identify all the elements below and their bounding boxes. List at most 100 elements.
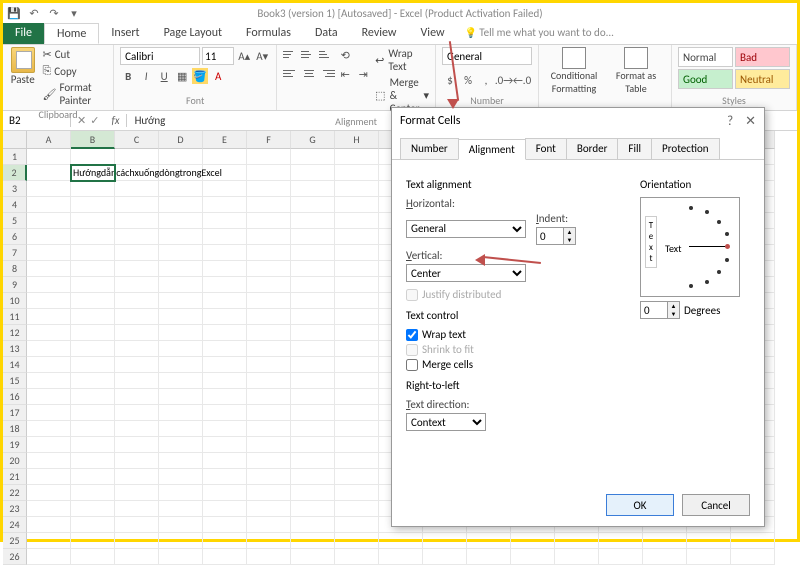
style-neutral[interactable]: Neutral <box>735 69 790 89</box>
cell[interactable] <box>335 421 379 437</box>
cell[interactable] <box>71 437 115 453</box>
style-good[interactable]: Good <box>678 69 733 89</box>
column-header[interactable]: G <box>291 131 335 149</box>
cell[interactable] <box>247 293 291 309</box>
cell[interactable] <box>27 277 71 293</box>
cell[interactable] <box>335 229 379 245</box>
cell[interactable] <box>203 181 247 197</box>
cell[interactable] <box>159 485 203 501</box>
cell[interactable] <box>291 437 335 453</box>
cell[interactable] <box>335 261 379 277</box>
save-icon[interactable]: 💾 <box>7 6 21 20</box>
cell[interactable] <box>159 341 203 357</box>
cell[interactable] <box>71 197 115 213</box>
cell[interactable] <box>203 357 247 373</box>
cell[interactable] <box>335 309 379 325</box>
cell[interactable] <box>71 341 115 357</box>
column-header[interactable]: B <box>71 131 115 149</box>
row-header[interactable]: 3 <box>3 181 27 197</box>
row-header[interactable]: 5 <box>3 213 27 229</box>
column-header[interactable]: C <box>115 131 159 149</box>
cell[interactable] <box>115 373 159 389</box>
row-header[interactable]: 10 <box>3 293 27 309</box>
increase-indent-button[interactable]: ⇥ <box>355 66 371 82</box>
cell[interactable] <box>115 437 159 453</box>
cell[interactable] <box>71 245 115 261</box>
cell[interactable] <box>71 533 115 549</box>
cell[interactable] <box>159 517 203 533</box>
undo-icon[interactable]: ↶ <box>27 6 41 20</box>
cell[interactable] <box>159 245 203 261</box>
row-header[interactable]: 19 <box>3 437 27 453</box>
column-header[interactable]: A <box>27 131 71 149</box>
cell[interactable] <box>203 485 247 501</box>
cell[interactable] <box>203 421 247 437</box>
font-color-button[interactable]: A <box>210 68 226 84</box>
cell[interactable] <box>115 469 159 485</box>
cell[interactable] <box>335 485 379 501</box>
cell[interactable] <box>335 165 379 181</box>
decrease-indent-button[interactable]: ⇤ <box>337 66 353 82</box>
cell[interactable] <box>247 469 291 485</box>
cell[interactable] <box>467 533 511 549</box>
cell[interactable] <box>27 197 71 213</box>
fx-icon[interactable]: fx <box>105 114 126 127</box>
cell[interactable] <box>203 549 247 565</box>
cell[interactable] <box>71 453 115 469</box>
cell[interactable] <box>27 389 71 405</box>
horizontal-select[interactable]: General <box>406 220 526 238</box>
cell[interactable] <box>599 533 643 549</box>
cell[interactable] <box>379 533 423 549</box>
cell[interactable] <box>203 405 247 421</box>
format-as-table-button[interactable]: Format as Table <box>607 47 665 108</box>
cell[interactable] <box>335 149 379 165</box>
help-icon[interactable]: ? <box>727 114 733 129</box>
cell[interactable] <box>687 533 731 549</box>
cell[interactable] <box>115 357 159 373</box>
cell[interactable] <box>247 229 291 245</box>
cell[interactable] <box>159 389 203 405</box>
cell[interactable] <box>115 197 159 213</box>
cell[interactable] <box>115 533 159 549</box>
cell[interactable] <box>27 437 71 453</box>
cell[interactable] <box>115 277 159 293</box>
dtab-font[interactable]: Font <box>525 138 567 159</box>
cell[interactable] <box>291 405 335 421</box>
cell[interactable] <box>291 277 335 293</box>
cell[interactable] <box>71 229 115 245</box>
cell[interactable] <box>291 549 335 565</box>
cell[interactable] <box>511 533 555 549</box>
cell[interactable] <box>291 325 335 341</box>
cell[interactable] <box>115 213 159 229</box>
cell[interactable] <box>335 549 379 565</box>
cell[interactable] <box>27 357 71 373</box>
cell[interactable] <box>115 341 159 357</box>
cell[interactable] <box>247 373 291 389</box>
column-header[interactable]: H <box>335 131 379 149</box>
indent-spinner[interactable]: ▲▼ <box>536 227 576 245</box>
cell[interactable] <box>203 437 247 453</box>
cell[interactable] <box>291 453 335 469</box>
cell[interactable] <box>247 421 291 437</box>
cell[interactable] <box>115 453 159 469</box>
spin-up-icon[interactable]: ▲ <box>668 302 679 310</box>
cell[interactable] <box>115 549 159 565</box>
cell[interactable] <box>291 421 335 437</box>
row-header[interactable]: 2 <box>3 165 27 181</box>
cell[interactable] <box>71 357 115 373</box>
font-size-select[interactable] <box>202 47 234 65</box>
row-header[interactable]: 11 <box>3 309 27 325</box>
row-header[interactable]: 21 <box>3 469 27 485</box>
degrees-spinner[interactable]: ▲▼ <box>640 301 680 319</box>
cell[interactable] <box>115 485 159 501</box>
underline-button[interactable]: U <box>156 68 172 84</box>
dtab-fill[interactable]: Fill <box>617 138 652 159</box>
cell[interactable] <box>291 533 335 549</box>
close-icon[interactable]: ✕ <box>745 114 756 129</box>
cell[interactable] <box>247 341 291 357</box>
row-header[interactable]: 17 <box>3 405 27 421</box>
cell[interactable] <box>71 373 115 389</box>
cell[interactable] <box>247 149 291 165</box>
style-normal[interactable]: Normal <box>678 47 733 67</box>
cell[interactable] <box>115 149 159 165</box>
